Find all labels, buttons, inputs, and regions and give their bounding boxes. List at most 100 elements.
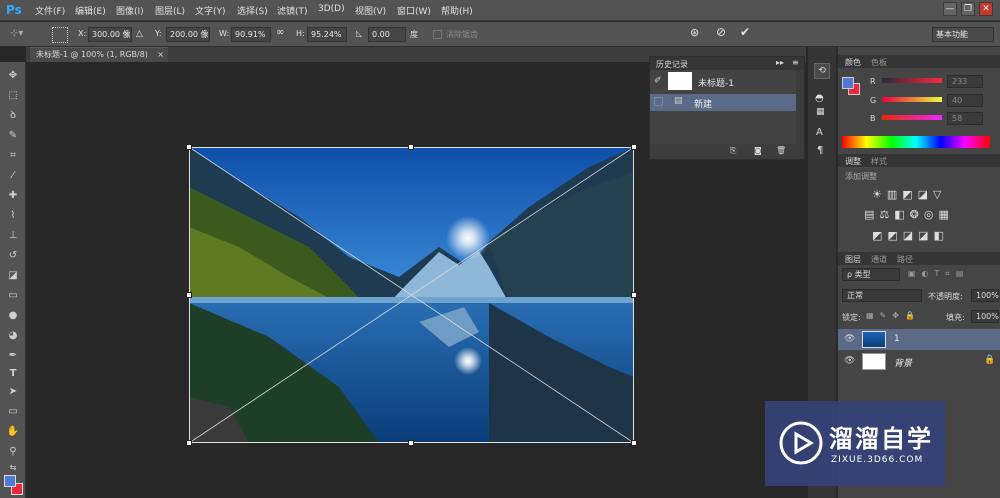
b-value[interactable]: 58 xyxy=(947,112,983,125)
dodge-tool-icon[interactable]: ◕ xyxy=(5,328,21,344)
close-button[interactable]: ✕ xyxy=(979,2,993,16)
tab-adjustments[interactable]: 调整 xyxy=(845,156,861,167)
lasso-tool-icon[interactable]: ꝺ xyxy=(5,108,21,124)
history-step[interactable]: ▤ 新建 xyxy=(650,94,796,111)
minimize-button[interactable]: — xyxy=(943,2,957,16)
tab-styles[interactable]: 样式 xyxy=(871,156,887,167)
menu-select[interactable]: 选择(S) xyxy=(237,4,268,17)
g-slider[interactable] xyxy=(882,97,942,102)
menu-type[interactable]: 文字(Y) xyxy=(195,4,226,17)
foreground-color-swatch[interactable] xyxy=(4,475,16,487)
g-value[interactable]: 40 xyxy=(947,94,983,107)
history-tab[interactable]: 历史记录 xyxy=(656,59,688,70)
w-field[interactable]: 90.91% xyxy=(231,27,271,42)
h-field[interactable]: 95.24% xyxy=(307,27,347,42)
paragraph-icon[interactable]: ¶ xyxy=(817,145,823,156)
menu-help[interactable]: 帮助(H) xyxy=(441,4,473,17)
trash-icon[interactable]: 🗑 xyxy=(776,146,786,155)
camera-icon[interactable]: ◙ xyxy=(754,146,762,155)
transform-handle[interactable] xyxy=(408,144,414,150)
r-value[interactable]: 233 xyxy=(947,75,983,88)
history-dock-icon[interactable]: ⟲ xyxy=(814,63,830,79)
tab-channels[interactable]: 通道 xyxy=(871,254,887,265)
shape-tool-icon[interactable]: ▭ xyxy=(5,404,21,420)
swap-colors-icon[interactable]: ⇆ xyxy=(5,460,21,476)
crop-tool-icon[interactable]: ⌗ xyxy=(5,148,21,164)
tab-close-icon[interactable]: × xyxy=(157,48,164,61)
clone-source-icon[interactable]: ▦ xyxy=(816,107,825,117)
history-scrollbar[interactable] xyxy=(796,70,804,144)
blend-mode-select[interactable]: 正常 xyxy=(842,289,922,302)
menu-edit[interactable]: 编辑(E) xyxy=(75,4,106,17)
blur-tool-icon[interactable]: ● xyxy=(5,308,21,324)
lock-icons[interactable]: ▦✎✥🔒 xyxy=(866,311,921,320)
marquee-tool-icon[interactable]: ⬚ xyxy=(5,88,21,104)
menu-view[interactable]: 视图(V) xyxy=(355,4,386,17)
cancel-transform-icon[interactable]: ⊘ xyxy=(716,25,726,39)
b-slider[interactable] xyxy=(882,115,942,120)
tab-color[interactable]: 颜色 xyxy=(845,57,861,68)
panel-menu-icon[interactable]: ≡ xyxy=(792,58,799,67)
history-brush-tool-icon[interactable]: ↺ xyxy=(5,248,21,264)
document-tab[interactable]: 未标题-1 @ 100% (1, RGB/8) × xyxy=(30,47,168,62)
restore-button[interactable]: ❐ xyxy=(961,2,975,16)
r-slider[interactable] xyxy=(882,78,942,83)
history-snapshot[interactable]: ✐ 未标题-1 xyxy=(650,70,796,94)
color-spectrum[interactable] xyxy=(842,136,990,148)
collapse-icon[interactable]: ▸▸ xyxy=(776,58,784,67)
fill-field[interactable]: 100% xyxy=(971,310,999,323)
menu-window[interactable]: 窗口(W) xyxy=(397,4,431,17)
transform-handle[interactable] xyxy=(186,440,192,446)
transform-tool-icon[interactable]: ⊹▾ xyxy=(10,28,30,41)
transform-handle[interactable] xyxy=(186,144,192,150)
type-tool-icon[interactable]: T xyxy=(5,366,21,382)
layer-filter-select[interactable]: ρ 类型 xyxy=(842,268,900,281)
delta-icon[interactable]: △ xyxy=(136,29,143,39)
adjustment-icons-row2[interactable]: ▤⚖◧❂◎▦ xyxy=(864,208,984,221)
transform-handle[interactable] xyxy=(631,144,637,150)
eyedropper-tool-icon[interactable]: ⁄ xyxy=(5,168,21,184)
transform-handle[interactable] xyxy=(408,440,414,446)
warp-icon[interactable]: ⊛ xyxy=(690,26,699,39)
tab-layers[interactable]: 图层 xyxy=(845,254,861,265)
menu-layer[interactable]: 图层(L) xyxy=(155,4,185,17)
link-icon[interactable]: ∞ xyxy=(276,27,284,38)
pen-tool-icon[interactable]: ✒ xyxy=(5,348,21,364)
hand-tool-icon[interactable]: ✋ xyxy=(5,424,21,440)
quick-select-tool-icon[interactable]: ✎ xyxy=(5,128,21,144)
healing-tool-icon[interactable]: ✚ xyxy=(5,188,21,204)
layer-filter-icons[interactable]: ▣◐T⌗▤ xyxy=(908,269,970,279)
new-document-icon[interactable]: ⎘ xyxy=(730,146,736,156)
workspace-select[interactable]: 基本功能 xyxy=(932,27,994,42)
brush-tool-icon[interactable]: ⌇ xyxy=(5,208,21,224)
move-tool-icon[interactable]: ✥ xyxy=(5,68,21,84)
tab-paths[interactable]: 路径 xyxy=(897,254,913,265)
transform-handle[interactable] xyxy=(631,292,637,298)
eye-icon[interactable]: 👁 xyxy=(844,334,855,344)
menu-3d[interactable]: 3D(D) xyxy=(318,4,345,14)
menu-filter[interactable]: 滤镜(T) xyxy=(277,4,308,17)
menu-image[interactable]: 图像(I) xyxy=(116,4,144,17)
eye-icon[interactable]: 👁 xyxy=(844,356,855,366)
opacity-field[interactable]: 100% xyxy=(971,289,999,302)
layer-row[interactable]: 👁 1 xyxy=(838,329,1000,350)
eraser-tool-icon[interactable]: ◪ xyxy=(5,268,21,284)
stamp-tool-icon[interactable]: ⊥ xyxy=(5,228,21,244)
adjustment-icons-row1[interactable]: ☀▥◩◪▽ xyxy=(872,188,972,201)
y-field[interactable]: 200.00 像 xyxy=(166,27,210,42)
tab-swatches[interactable]: 色板 xyxy=(871,57,887,68)
layer-row[interactable]: 👁 背景 🔒 xyxy=(838,351,1000,372)
transform-handle[interactable] xyxy=(631,440,637,446)
character-icon[interactable]: A xyxy=(816,127,823,138)
path-select-tool-icon[interactable]: ➤ xyxy=(5,384,21,400)
adjustment-icons-row3[interactable]: ◩◩◪◪◧ xyxy=(872,229,972,242)
reference-point-icon[interactable] xyxy=(52,27,68,43)
x-field[interactable]: 300.00 像 xyxy=(88,27,132,42)
menu-file[interactable]: 文件(F) xyxy=(35,4,65,17)
angle-field[interactable]: 0.00 xyxy=(368,27,406,42)
fg-color-swatch[interactable] xyxy=(842,77,854,89)
commit-transform-icon[interactable]: ✔ xyxy=(740,25,750,39)
transform-handle[interactable] xyxy=(186,292,192,298)
document-image[interactable] xyxy=(189,147,634,443)
step-checkbox[interactable] xyxy=(654,97,663,106)
